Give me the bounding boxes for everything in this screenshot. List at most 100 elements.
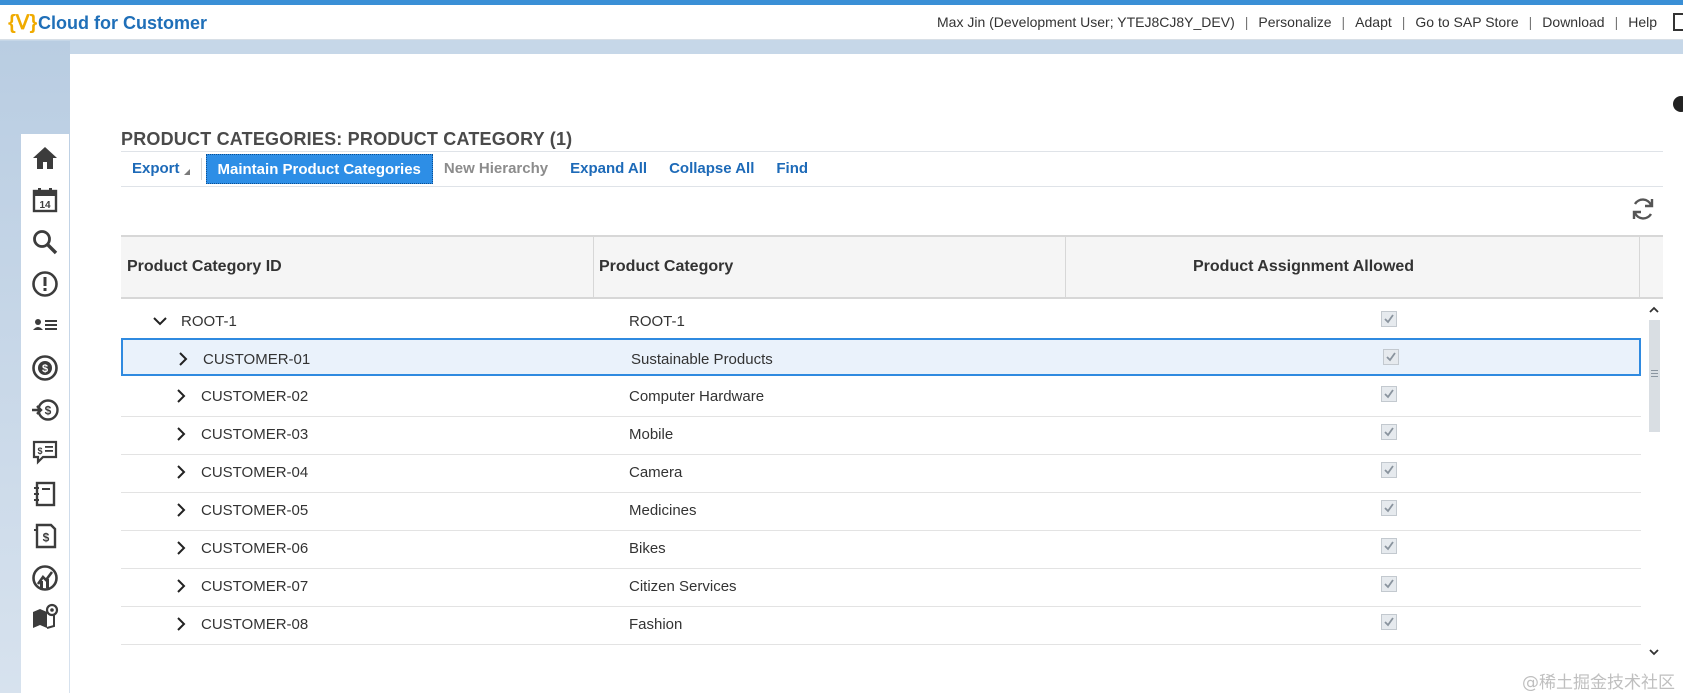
search-icon[interactable]	[29, 226, 61, 258]
svg-text:$: $	[42, 363, 48, 375]
column-divider[interactable]	[593, 237, 594, 297]
category-id-cell: CUSTOMER-03	[201, 426, 309, 443]
chevron-right-icon[interactable]	[172, 463, 190, 481]
page-title: PRODUCT CATEGORIES: PRODUCT CATEGORY (1)	[121, 129, 573, 149]
toolbar-divider	[121, 186, 1663, 187]
table-row[interactable]: CUSTOMER-06 Bikes	[121, 529, 1641, 569]
expand-all-button[interactable]: Expand All	[559, 154, 658, 184]
table-row[interactable]: CUSTOMER-03 Mobile	[121, 415, 1641, 455]
close-icon[interactable]	[1673, 96, 1683, 112]
quote-icon[interactable]: $	[29, 436, 61, 468]
assignment-allowed-checkbox[interactable]	[1381, 576, 1397, 592]
category-id-cell: CUSTOMER-05	[201, 502, 309, 519]
invoice-icon[interactable]: $	[29, 520, 61, 552]
category-id-cell: CUSTOMER-04	[201, 464, 309, 481]
toolbar: Export Maintain Product Categories New H…	[121, 152, 819, 186]
notebook-icon[interactable]	[29, 478, 61, 510]
chevron-right-icon[interactable]	[172, 501, 190, 519]
table-row[interactable]: CUSTOMER-02 Computer Hardware	[121, 377, 1641, 417]
assignment-allowed-checkbox[interactable]	[1381, 311, 1397, 327]
table-row[interactable]: CUSTOMER-07 Citizen Services	[121, 567, 1641, 607]
table-row[interactable]: CUSTOMER-01 Sustainable Products	[121, 338, 1641, 376]
shell-links: Max Jin (Development User; YTEJ8CJ8Y_DEV…	[937, 14, 1673, 30]
adapt-link[interactable]: Adapt	[1355, 14, 1392, 30]
table-row[interactable]: CUSTOMER-05 Medicines	[121, 491, 1641, 531]
contacts-icon[interactable]	[29, 310, 61, 342]
chevron-right-icon[interactable]	[172, 425, 190, 443]
toolbar-separator	[200, 158, 202, 180]
chevron-right-icon[interactable]	[174, 350, 192, 368]
assignment-allowed-checkbox[interactable]	[1381, 500, 1397, 516]
category-name-cell: Computer Hardware	[629, 388, 765, 405]
checkmark-icon	[1384, 389, 1394, 399]
map-icon[interactable]	[29, 600, 61, 632]
assignment-allowed-checkbox[interactable]	[1381, 462, 1397, 478]
payment-icon[interactable]: $	[29, 394, 61, 426]
category-name-cell: Mobile	[629, 426, 674, 443]
scroll-up-icon[interactable]	[1648, 304, 1660, 316]
column-header-id[interactable]: Product Category ID	[127, 237, 282, 297]
shell-bar: {ᐯ} Cloud for Customer Max Jin (Developm…	[0, 5, 1683, 40]
home-icon[interactable]	[29, 142, 61, 174]
assignment-allowed-checkbox[interactable]	[1383, 349, 1399, 365]
calendar-icon[interactable]: 14	[29, 184, 61, 216]
table-row[interactable]: CUSTOMER-04 Camera	[121, 453, 1641, 493]
checkmark-icon	[1384, 503, 1394, 513]
column-header-category[interactable]: Product Category	[599, 237, 733, 297]
user-menu-link[interactable]: Max Jin (Development User; YTEJ8CJ8Y_DEV…	[937, 14, 1235, 30]
alert-icon[interactable]	[29, 268, 61, 300]
checkmark-icon	[1384, 579, 1394, 589]
assignment-allowed-checkbox[interactable]	[1381, 538, 1397, 554]
svg-text:$: $	[37, 446, 42, 456]
column-divider[interactable]	[1639, 237, 1640, 297]
grip-line	[1651, 376, 1658, 377]
category-id-cell: CUSTOMER-08	[201, 616, 309, 633]
new-hierarchy-button[interactable]: New Hierarchy	[433, 154, 559, 184]
table-header: Product Category ID Product Category Pro…	[121, 235, 1663, 299]
svg-text:$: $	[43, 531, 50, 545]
export-button[interactable]: Export	[121, 154, 201, 184]
checkmark-icon	[1384, 314, 1394, 324]
chevron-down-icon[interactable]	[151, 312, 169, 330]
navigation-sidebar: 14 $ $ $ $	[21, 134, 69, 693]
column-header-assignment[interactable]: Product Assignment Allowed	[1193, 237, 1414, 297]
scroll-down-icon[interactable]	[1648, 646, 1660, 658]
refresh-icon[interactable]	[1630, 196, 1656, 222]
table-row[interactable]: CUSTOMER-08 Fashion	[121, 605, 1641, 645]
category-name-cell: Camera	[629, 464, 683, 481]
maintain-product-categories-button[interactable]: Maintain Product Categories	[205, 154, 433, 184]
export-label: Export	[132, 160, 180, 177]
sap-store-link[interactable]: Go to SAP Store	[1415, 14, 1518, 30]
separator: |	[1528, 14, 1533, 30]
grip-line	[1651, 373, 1658, 374]
separator: |	[1401, 14, 1406, 30]
category-name-cell: Citizen Services	[629, 578, 737, 595]
checkmark-icon	[1386, 352, 1396, 362]
category-id-cell: CUSTOMER-01	[203, 351, 311, 368]
money-icon[interactable]: $	[29, 352, 61, 384]
collapse-all-button[interactable]: Collapse All	[658, 154, 765, 184]
column-divider[interactable]	[1065, 237, 1066, 297]
find-button[interactable]: Find	[765, 154, 819, 184]
scrollbar-thumb[interactable]	[1649, 320, 1660, 432]
chevron-right-icon[interactable]	[172, 387, 190, 405]
assignment-allowed-checkbox[interactable]	[1381, 614, 1397, 630]
table-row[interactable]: ROOT-1 ROOT-1	[121, 302, 1641, 342]
help-link[interactable]: Help	[1628, 14, 1657, 30]
chevron-right-icon[interactable]	[172, 615, 190, 633]
assignment-allowed-checkbox[interactable]	[1381, 424, 1397, 440]
chevron-right-icon[interactable]	[172, 577, 190, 595]
vertical-scrollbar[interactable]	[1646, 302, 1663, 662]
app-title[interactable]: Cloud for Customer	[38, 13, 207, 34]
watermark: @稀土掘金技术社区	[1522, 673, 1675, 693]
separator: |	[1614, 14, 1619, 30]
assignment-allowed-checkbox[interactable]	[1381, 386, 1397, 402]
analytics-icon[interactable]	[29, 562, 61, 594]
window-icon[interactable]	[1673, 13, 1683, 31]
download-link[interactable]: Download	[1542, 14, 1604, 30]
chevron-right-icon[interactable]	[172, 539, 190, 557]
dropdown-arrow-icon	[183, 169, 190, 175]
personalize-link[interactable]: Personalize	[1258, 14, 1331, 30]
sap-logo-icon: {ᐯ}	[8, 12, 38, 34]
category-id-cell: ROOT-1	[181, 313, 237, 330]
